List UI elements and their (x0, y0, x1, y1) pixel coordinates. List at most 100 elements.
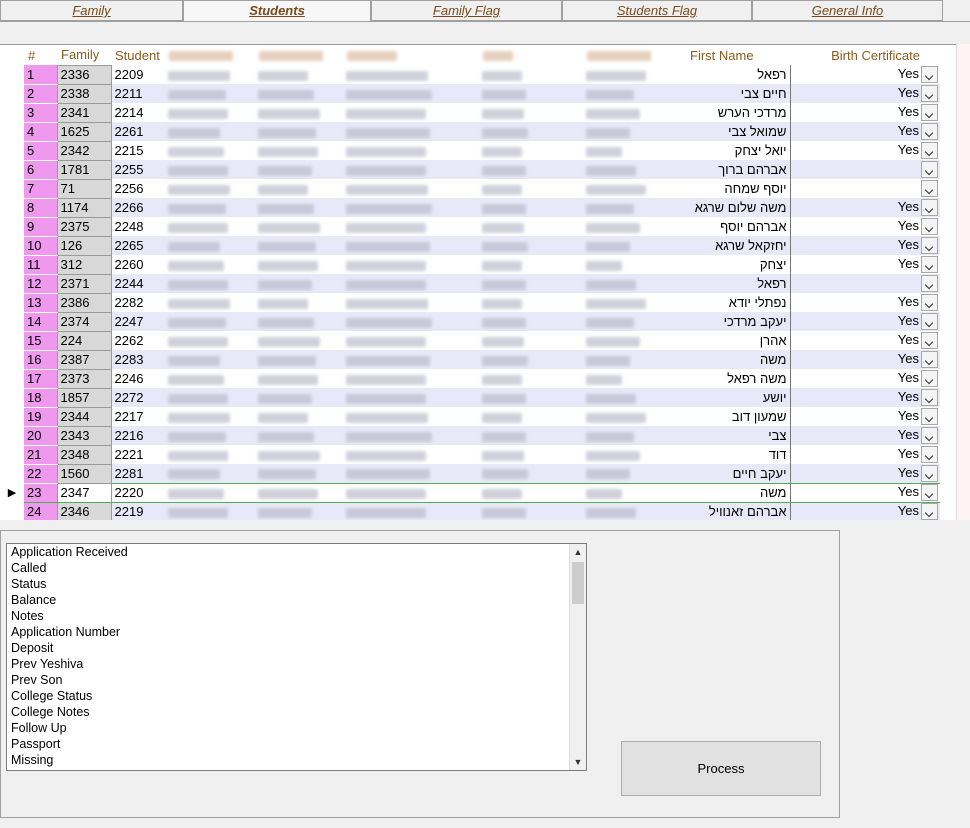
redacted-cell[interactable] (583, 293, 686, 312)
row-selector[interactable] (0, 445, 24, 464)
redacted-cell[interactable] (479, 369, 583, 388)
tab-family[interactable]: Family (0, 0, 183, 21)
list-item[interactable]: Prev Son (7, 672, 586, 688)
grid-header-num[interactable]: # (24, 45, 57, 65)
row-selector[interactable] (0, 502, 24, 520)
redacted-cell[interactable] (165, 369, 255, 388)
chevron-down-icon[interactable] (921, 180, 938, 198)
grid-header-redacted-4[interactable] (479, 45, 583, 65)
first-name-cell[interactable]: משה שלום שרגא (686, 198, 791, 217)
student-cell[interactable]: 2246 (111, 369, 165, 388)
redacted-cell[interactable] (479, 160, 583, 179)
chevron-down-icon[interactable] (921, 66, 938, 84)
redacted-cell[interactable] (255, 312, 343, 331)
row-selector[interactable] (0, 407, 24, 426)
redacted-cell[interactable] (165, 293, 255, 312)
redacted-cell[interactable] (165, 160, 255, 179)
family-cell[interactable]: 1174 (56, 197, 112, 218)
redacted-cell[interactable] (343, 103, 479, 122)
redacted-cell[interactable] (343, 445, 479, 464)
birth-certificate-cell[interactable]: Yes (790, 312, 940, 331)
redacted-cell[interactable] (165, 464, 255, 483)
redacted-cell[interactable] (165, 482, 255, 503)
redacted-cell[interactable] (255, 407, 343, 426)
redacted-cell[interactable] (479, 255, 583, 274)
process-button[interactable]: Process (621, 741, 821, 796)
chevron-down-icon[interactable] (921, 85, 938, 103)
redacted-cell[interactable] (583, 274, 686, 293)
chevron-down-icon[interactable] (921, 313, 938, 331)
first-name-cell[interactable]: אברהם יוסף (686, 217, 791, 236)
grid-header-redacted-1[interactable] (165, 45, 255, 65)
table-row[interactable]: 16 2387 2283 משה Yes (0, 349, 940, 370)
redacted-cell[interactable] (479, 426, 583, 445)
chevron-down-icon[interactable] (921, 484, 938, 501)
table-row[interactable]: 7 71 2256 יוסף שמחה (0, 178, 940, 199)
tab-students[interactable]: Students (183, 0, 371, 22)
redacted-cell[interactable] (255, 122, 343, 141)
redacted-cell[interactable] (343, 274, 479, 293)
birth-certificate-cell[interactable] (790, 179, 940, 198)
chevron-down-icon[interactable] (921, 161, 938, 179)
table-row[interactable]: ▶ 23 2347 2220 משה Yes (0, 482, 940, 503)
birth-certificate-cell[interactable]: Yes (790, 426, 940, 445)
student-cell[interactable]: 2220 (111, 482, 165, 503)
chevron-down-icon[interactable] (921, 370, 938, 388)
table-row[interactable]: 15 224 2262 אהרן Yes (0, 330, 940, 351)
redacted-cell[interactable] (343, 65, 479, 84)
redacted-cell[interactable] (343, 141, 479, 160)
redacted-cell[interactable] (479, 274, 583, 293)
redacted-cell[interactable] (165, 65, 255, 84)
birth-certificate-cell[interactable]: Yes (790, 350, 940, 369)
table-row[interactable]: 14 2374 2247 יעקב מרדכי Yes (0, 311, 940, 332)
first-name-cell[interactable]: צבי (686, 426, 791, 445)
listbox-scrollbar[interactable]: ▲ ▼ (569, 544, 586, 770)
student-cell[interactable]: 2247 (111, 312, 165, 331)
redacted-cell[interactable] (165, 122, 255, 141)
redacted-cell[interactable] (583, 407, 686, 426)
first-name-cell[interactable]: יושע (686, 388, 791, 407)
table-row[interactable]: 19 2344 2217 שמעון דוב Yes (0, 406, 940, 427)
row-selector[interactable] (0, 122, 24, 141)
student-cell[interactable]: 2216 (111, 426, 165, 445)
redacted-cell[interactable] (583, 103, 686, 122)
chevron-down-icon[interactable] (921, 123, 938, 141)
grid-header-family[interactable]: Family (57, 45, 111, 65)
student-cell[interactable]: 2248 (111, 217, 165, 236)
redacted-cell[interactable] (479, 312, 583, 331)
list-item[interactable]: Prev Yeshiva (7, 656, 586, 672)
student-cell[interactable]: 2266 (111, 198, 165, 217)
birth-certificate-cell[interactable]: Yes (790, 255, 940, 274)
row-selector[interactable] (0, 236, 24, 255)
row-selector[interactable] (0, 84, 24, 103)
chevron-down-icon[interactable] (921, 446, 938, 464)
list-item[interactable]: Missing (7, 752, 586, 768)
table-row[interactable]: 22 1560 2281 יעקב חיים Yes (0, 463, 940, 484)
redacted-cell[interactable] (343, 350, 479, 369)
redacted-cell[interactable] (479, 217, 583, 236)
field-listbox[interactable]: Application Received Called Status Balance N… (6, 543, 587, 771)
redacted-cell[interactable] (583, 312, 686, 331)
redacted-cell[interactable] (479, 482, 583, 503)
redacted-cell[interactable] (255, 274, 343, 293)
family-cell[interactable]: 2347 (56, 482, 112, 503)
family-cell[interactable]: 2346 (56, 501, 112, 520)
first-name-cell[interactable]: יעקב חיים (686, 464, 791, 483)
chevron-down-icon[interactable] (921, 351, 938, 369)
family-cell[interactable]: 2387 (56, 349, 112, 370)
table-row[interactable]: 11 312 2260 יצחק Yes (0, 254, 940, 275)
redacted-cell[interactable] (343, 217, 479, 236)
redacted-cell[interactable] (583, 141, 686, 160)
chevron-down-icon[interactable] (921, 389, 938, 407)
row-selector[interactable] (0, 274, 24, 293)
student-cell[interactable]: 2281 (111, 464, 165, 483)
row-selector[interactable]: ▶ (0, 483, 24, 502)
redacted-cell[interactable] (165, 388, 255, 407)
tab-general-info[interactable]: General Info (752, 0, 943, 21)
first-name-cell[interactable]: רפאל (686, 274, 791, 293)
redacted-cell[interactable] (583, 482, 686, 503)
student-cell[interactable]: 2217 (111, 407, 165, 426)
redacted-cell[interactable] (165, 141, 255, 160)
table-row[interactable]: 10 126 2265 יחזקאל שרגא Yes (0, 235, 940, 256)
list-item[interactable]: Called (7, 560, 586, 576)
